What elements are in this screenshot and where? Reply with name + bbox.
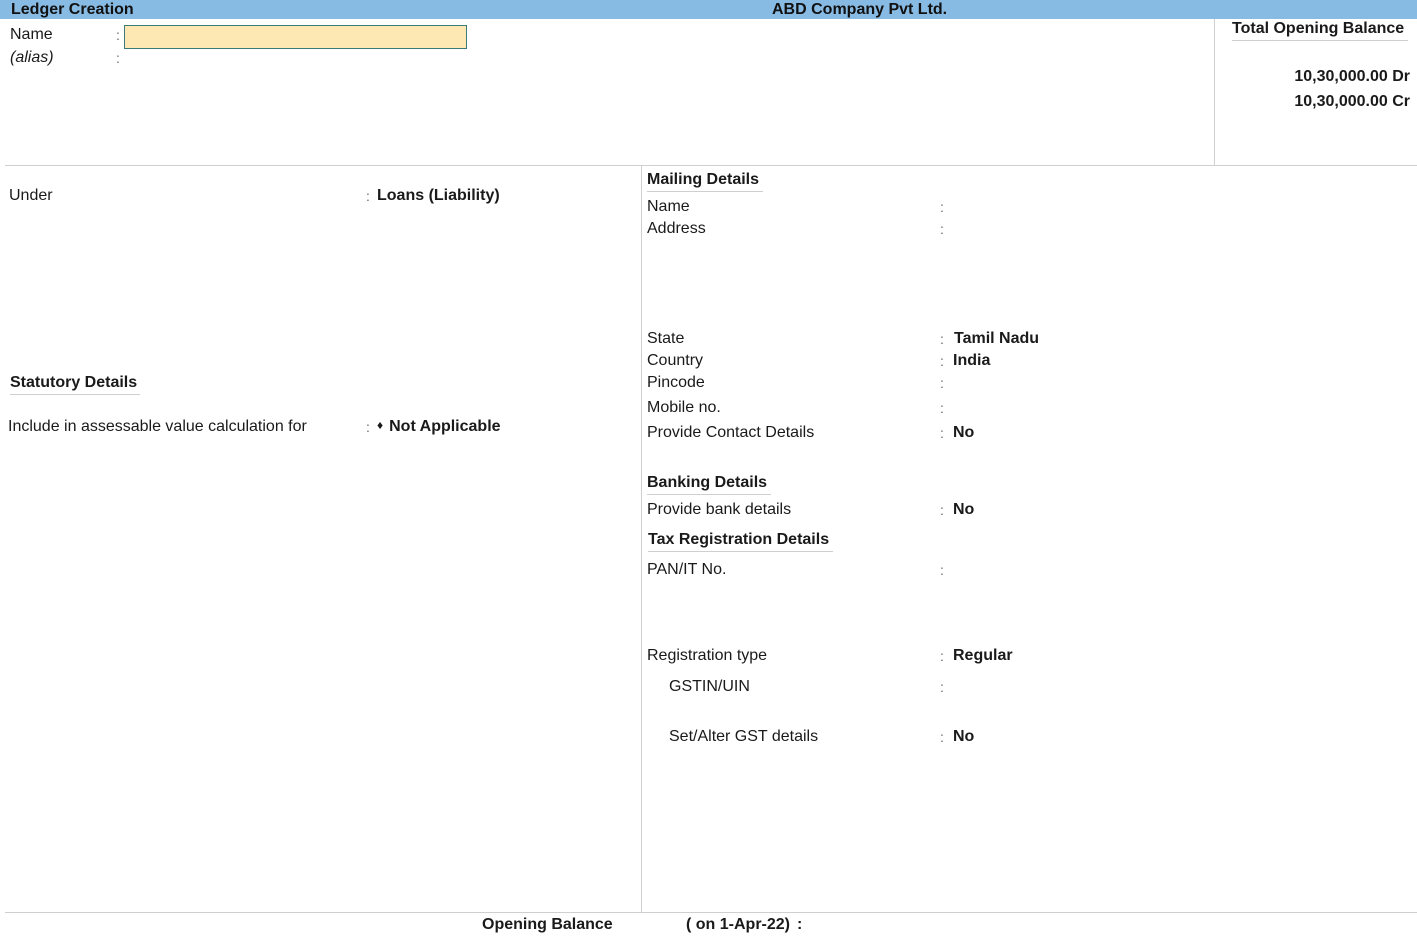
mailing-country-label: Country: [647, 352, 704, 369]
name-input[interactable]: [124, 25, 467, 49]
bottom-separator: [5, 912, 1417, 913]
provide-bank-value[interactable]: No: [953, 501, 974, 519]
provide-contact-label: Provide Contact Details: [647, 424, 815, 441]
total-opening-balance-title: Total Opening Balance: [1232, 20, 1409, 41]
gst-details-value[interactable]: No: [953, 728, 974, 746]
alias-colon: :: [116, 50, 120, 66]
mailing-address-colon: :: [940, 221, 944, 237]
registration-type-label: Registration type: [647, 647, 768, 664]
under-label: Under: [9, 187, 53, 204]
mailing-country-colon: :: [940, 353, 944, 369]
name-colon: :: [116, 27, 120, 43]
top-separator: [5, 165, 1417, 166]
provide-bank-label: Provide bank details: [647, 501, 792, 518]
mailing-name-colon: :: [940, 199, 944, 215]
gstin-label: GSTIN/UIN: [669, 678, 750, 695]
column-divider: [641, 165, 642, 912]
mailing-pincode-label: Pincode: [647, 374, 705, 391]
title-bar: Ledger Creation ABD Company Pvt Ltd.: [0, 0, 1417, 19]
opening-balance-label: Opening Balance: [482, 916, 613, 933]
provide-contact-colon: :: [940, 425, 944, 441]
under-value[interactable]: Loans (Liability): [377, 187, 500, 205]
gstin-colon: :: [940, 679, 944, 695]
statutory-details-heading: Statutory Details: [10, 374, 141, 395]
mailing-mobile-label: Mobile no.: [647, 399, 721, 416]
pan-label: PAN/IT No.: [647, 561, 727, 578]
mailing-pincode-colon: :: [940, 375, 944, 391]
screen-title: Ledger Creation: [11, 1, 134, 18]
mailing-country-value[interactable]: India: [953, 352, 990, 370]
assessable-label: Include in assessable value calculation …: [8, 418, 307, 435]
registration-type-value[interactable]: Regular: [953, 647, 1013, 665]
banking-details-heading: Banking Details: [647, 474, 772, 495]
total-debit: 10,30,000.00 Dr: [1294, 68, 1410, 85]
mailing-state-label: State: [647, 330, 685, 347]
mailing-state-value[interactable]: Tamil Nadu: [954, 330, 1039, 348]
assessable-colon: :: [366, 419, 370, 435]
gst-details-label: Set/Alter GST details: [669, 728, 819, 745]
assessable-field[interactable]: ♦ Not Applicable: [377, 418, 501, 436]
provide-contact-value[interactable]: No: [953, 424, 974, 442]
mailing-details-heading: Mailing Details: [647, 171, 764, 192]
company-name: ABD Company Pvt Ltd.: [772, 1, 948, 18]
under-colon: :: [366, 188, 370, 204]
mailing-state-colon: :: [940, 331, 944, 347]
registration-type-colon: :: [940, 648, 944, 664]
gst-details-colon: :: [940, 729, 944, 745]
tax-registration-heading: Tax Registration Details: [648, 531, 834, 552]
total-credit: 10,30,000.00 Cr: [1294, 93, 1410, 110]
opening-balance-date: ( on 1-Apr-22): [686, 916, 790, 933]
balance-panel-divider: [1214, 19, 1215, 165]
name-label: Name: [10, 26, 53, 43]
assessable-value: Not Applicable: [389, 418, 501, 435]
alias-input[interactable]: [124, 49, 461, 69]
provide-bank-colon: :: [940, 502, 944, 518]
diamond-icon: ♦: [377, 418, 384, 432]
mailing-name-label: Name: [647, 198, 690, 215]
mailing-address-label: Address: [647, 220, 706, 237]
mailing-mobile-colon: :: [940, 400, 944, 416]
opening-balance-colon: :: [797, 916, 803, 933]
opening-balance-value[interactable]: [812, 916, 1012, 936]
pan-colon: :: [940, 562, 944, 578]
alias-label: (alias): [10, 49, 54, 66]
